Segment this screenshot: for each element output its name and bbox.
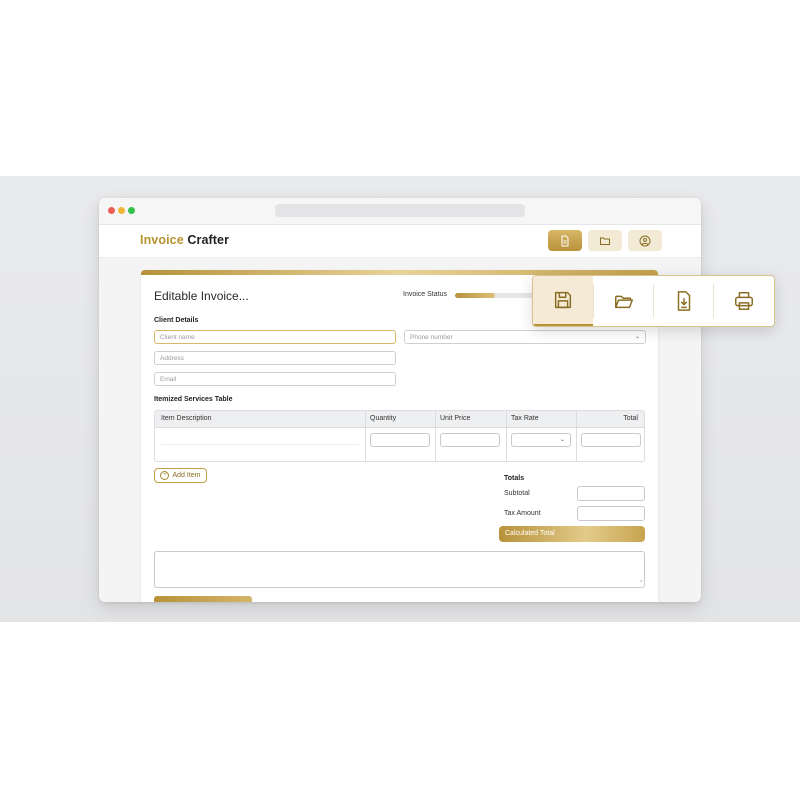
minimize-window-dot[interactable] — [118, 207, 125, 214]
export-button[interactable] — [654, 276, 714, 326]
quantity-input[interactable] — [370, 433, 430, 447]
totals-heading: Totals — [504, 475, 525, 482]
app-logo: Invoice Crafter — [140, 233, 230, 247]
column-total: Total — [623, 415, 638, 422]
browser-window: Invoice Crafter Editable Invoice... Invo… — [99, 198, 701, 602]
close-window-dot[interactable] — [108, 207, 115, 214]
browser-titlebar — [99, 198, 701, 225]
add-item-label: Add Item — [172, 472, 201, 479]
table-header: Item Description Quantity Unit Price Tax… — [155, 411, 644, 428]
email-field[interactable]: Email — [154, 372, 396, 386]
address-bar[interactable] — [275, 204, 525, 217]
subtotal-field[interactable] — [577, 486, 645, 501]
invoice-status-bar — [455, 293, 535, 298]
nav-user-button[interactable] — [628, 230, 662, 251]
column-divider — [576, 411, 577, 461]
print-icon — [735, 292, 753, 310]
column-item-description: Item Description — [161, 415, 212, 422]
column-quantity: Quantity — [370, 415, 397, 422]
chevron-down-icon: ⌄ — [559, 437, 565, 443]
chevron-down-icon: ⌄ — [634, 334, 640, 340]
client-name-field[interactable]: Client name — [154, 330, 396, 344]
open-button[interactable] — [594, 276, 654, 326]
user-icon — [639, 235, 651, 246]
tax-amount-field[interactable] — [577, 506, 645, 521]
phone-placeholder: Phone number — [410, 334, 453, 341]
address-field[interactable]: Address — [154, 351, 396, 365]
notes-textarea[interactable]: ⌜ — [154, 551, 645, 588]
invoice-status-fill — [455, 293, 495, 298]
submit-button[interactable] — [154, 596, 252, 602]
item-description-input[interactable] — [161, 444, 359, 445]
invoice-title: Editable Invoice... — [154, 289, 249, 303]
document-icon — [561, 235, 569, 246]
phone-number-select[interactable]: Phone number ⌄ — [404, 330, 646, 344]
column-divider — [435, 411, 436, 461]
nav-document-button[interactable] — [548, 230, 582, 251]
subtotal-label: Subtotal — [504, 490, 530, 497]
column-tax-rate: Tax Rate — [511, 415, 539, 422]
client-details-heading: Client Details — [154, 317, 199, 324]
tax-amount-label: Tax Amount — [504, 510, 541, 517]
folder-icon — [600, 237, 610, 245]
invoice-status-label: Invoice Status — [403, 291, 447, 298]
download-icon — [677, 291, 691, 311]
plus-circle-icon: + — [160, 471, 170, 480]
floating-toolbar — [532, 275, 775, 327]
column-unit-price: Unit Price — [440, 415, 471, 422]
save-button[interactable] — [533, 276, 593, 326]
column-divider — [365, 411, 366, 461]
column-divider — [506, 411, 507, 461]
services-table-heading: Itemized Services Table — [154, 396, 233, 403]
add-item-button[interactable]: + Add Item — [154, 468, 207, 483]
nav-folder-button[interactable] — [588, 230, 622, 251]
folder-open-icon — [615, 295, 633, 309]
services-table: Item Description Quantity Unit Price Tax… — [154, 410, 645, 462]
tax-rate-select[interactable]: ⌄ — [511, 433, 571, 447]
save-icon — [554, 291, 572, 309]
print-button[interactable] — [714, 276, 774, 326]
calculated-total-bar: Calculated Total — [499, 526, 645, 542]
unit-price-input[interactable] — [440, 433, 500, 447]
maximize-window-dot[interactable] — [128, 207, 135, 214]
row-total-input[interactable] — [581, 433, 641, 447]
resize-handle-icon[interactable]: ⌜ — [640, 580, 643, 587]
app-header: Invoice Crafter — [99, 225, 701, 258]
